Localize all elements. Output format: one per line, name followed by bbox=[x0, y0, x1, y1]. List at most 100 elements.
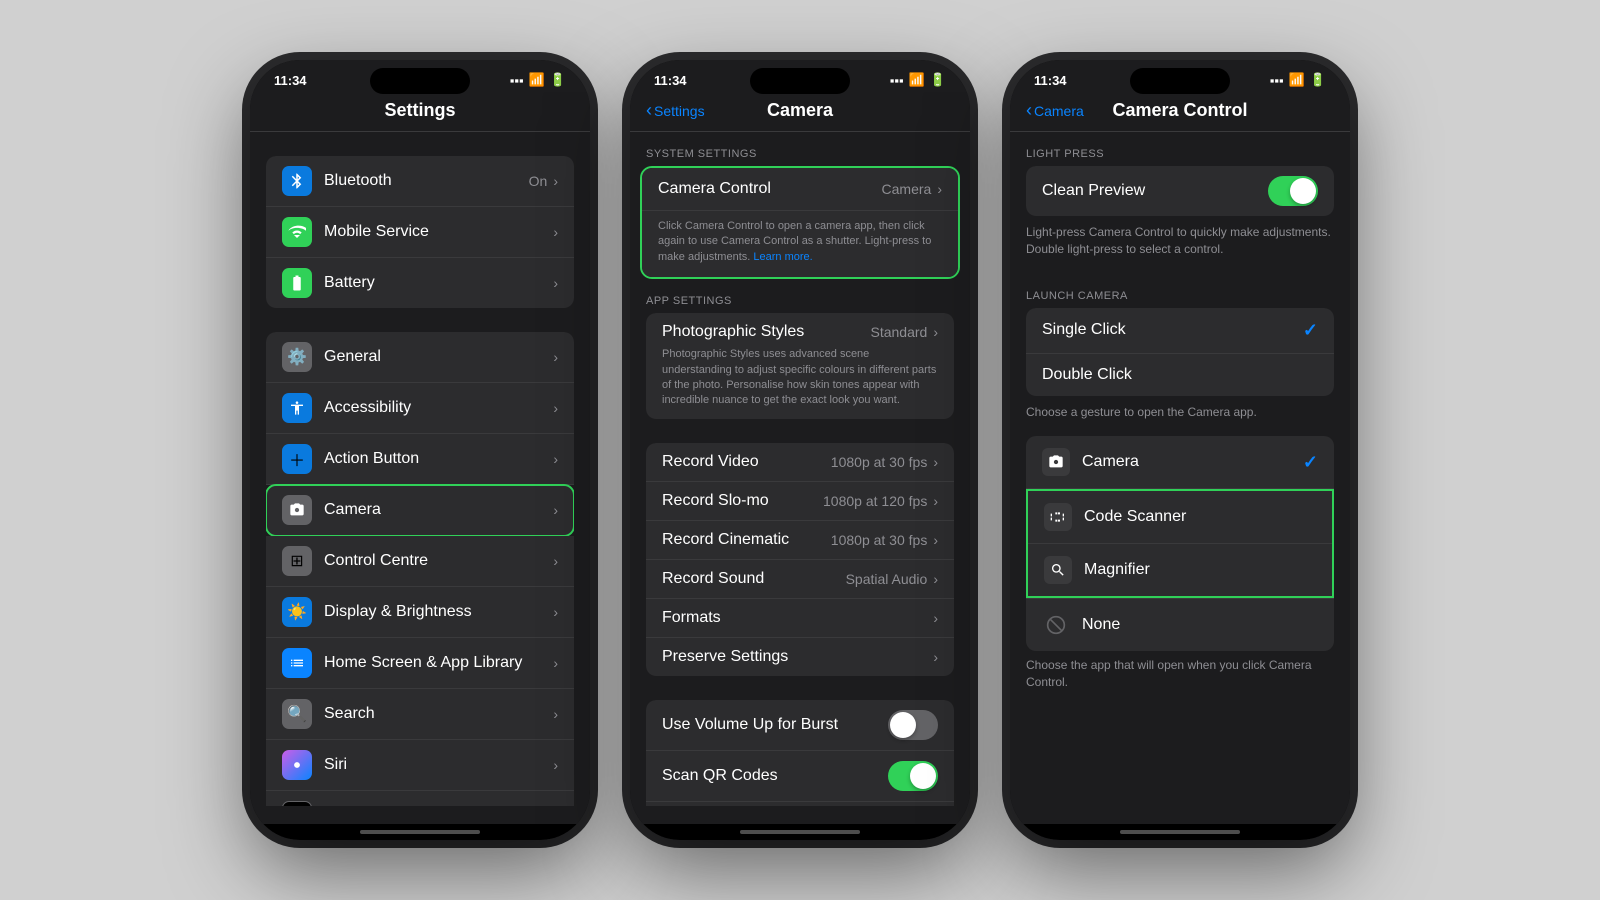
action-button-label: Action Button bbox=[324, 450, 553, 468]
settings-item-bluetooth[interactable]: Bluetooth On › bbox=[266, 156, 574, 207]
siri-label: Siri bbox=[324, 756, 553, 774]
home-screen-label: Home Screen & App Library bbox=[324, 654, 553, 672]
status-time-3: 11:34 bbox=[1034, 73, 1067, 88]
status-bar-3: 11:34 ▪▪▪ 📶 🔋 bbox=[1010, 60, 1350, 92]
battery-icon-2: 🔋 bbox=[930, 72, 946, 88]
dynamic-island-1 bbox=[370, 68, 470, 94]
battery-label: Battery bbox=[324, 274, 553, 292]
back-chevron: ‹ bbox=[646, 100, 652, 121]
magnifier-option[interactable]: Magnifier bbox=[1028, 544, 1332, 596]
scan-qr-label: Scan QR Codes bbox=[662, 767, 888, 785]
record-cinematic-row[interactable]: Record Cinematic 1080p at 30 fps › bbox=[646, 521, 954, 560]
battery-chevron: › bbox=[553, 275, 558, 291]
settings-item-home-screen[interactable]: Home Screen & App Library › bbox=[266, 638, 574, 689]
settings-group-mid: ⚙️ General › Accessibility › ＋ bbox=[250, 332, 590, 806]
camera-nav-title: Camera bbox=[767, 100, 833, 121]
clean-preview-label: Clean Preview bbox=[1042, 182, 1268, 200]
signal-icon-2: ▪▪▪ bbox=[890, 73, 904, 88]
top-group-items: Bluetooth On › Mobile Service › bbox=[266, 156, 574, 308]
settings-item-search[interactable]: 🔍 Search › bbox=[266, 689, 574, 740]
camera-screen: ‹ Settings Camera SYSTEM SETTINGS Camera… bbox=[630, 92, 970, 824]
magnifier-icon bbox=[1044, 556, 1072, 584]
clean-preview-group: Clean Preview bbox=[1026, 166, 1334, 216]
camera-control-label: Camera Control bbox=[658, 180, 882, 198]
code-scanner-option[interactable]: Code Scanner bbox=[1028, 491, 1332, 544]
record-video-row[interactable]: Record Video 1080p at 30 fps › bbox=[646, 443, 954, 482]
accessibility-icon bbox=[282, 393, 312, 423]
settings-item-action-button[interactable]: ＋ Action Button › bbox=[266, 434, 574, 485]
settings-item-mobile[interactable]: Mobile Service › bbox=[266, 207, 574, 258]
home-indicator-1 bbox=[360, 830, 480, 834]
search-icon-item: 🔍 bbox=[282, 699, 312, 729]
settings-item-standby[interactable]: StandBy › bbox=[266, 791, 574, 806]
accessibility-label: Accessibility bbox=[324, 399, 553, 417]
camera-nav: ‹ Settings Camera bbox=[630, 92, 970, 132]
status-icons-3: ▪▪▪ 📶 🔋 bbox=[1270, 72, 1326, 88]
none-icon bbox=[1042, 611, 1070, 639]
formats-row[interactable]: Formats › bbox=[646, 599, 954, 638]
battery-icon-item bbox=[282, 268, 312, 298]
photographic-styles-desc: Photographic Styles uses advanced scene … bbox=[662, 347, 938, 409]
clean-preview-row[interactable]: Clean Preview bbox=[1026, 166, 1334, 216]
camera-app-option[interactable]: Camera ✓ bbox=[1026, 436, 1334, 489]
detected-text-toggle-row[interactable]: Show Detected Text bbox=[646, 802, 954, 806]
preserve-settings-label: Preserve Settings bbox=[662, 648, 933, 666]
record-slomo-row[interactable]: Record Slo-mo 1080p at 120 fps › bbox=[646, 482, 954, 521]
status-icons-1: ▪▪▪ 📶 🔋 bbox=[510, 72, 566, 88]
camera-icon bbox=[282, 495, 312, 525]
single-click-row[interactable]: Single Click ✓ bbox=[1026, 308, 1334, 354]
toggles-items: Use Volume Up for Burst Scan QR Codes bbox=[646, 700, 954, 806]
status-icons-2: ▪▪▪ 📶 🔋 bbox=[890, 72, 946, 88]
record-video-label: Record Video bbox=[662, 453, 831, 471]
preserve-settings-row[interactable]: Preserve Settings › bbox=[646, 638, 954, 676]
settings-item-battery[interactable]: Battery › bbox=[266, 258, 574, 308]
camera-control-list[interactable]: LIGHT PRESS Clean Preview Light-press Ca… bbox=[1010, 132, 1350, 806]
record-cinematic-label: Record Cinematic bbox=[662, 531, 831, 549]
settings-item-camera[interactable]: Camera › bbox=[266, 485, 574, 536]
settings-screen: Settings Bluetooth On › bbox=[250, 92, 590, 824]
camera-label: Camera bbox=[324, 501, 553, 519]
phone-2: 11:34 ▪▪▪ 📶 🔋 ‹ Settings Camera SYSTEM S… bbox=[630, 60, 970, 840]
record-sound-row[interactable]: Record Sound Spatial Audio › bbox=[646, 560, 954, 599]
record-settings-group: Record Video 1080p at 30 fps › Record Sl… bbox=[630, 443, 970, 676]
search-label: Search bbox=[324, 705, 553, 723]
none-app-option[interactable]: None bbox=[1026, 598, 1334, 651]
wifi-icon-2: 📶 bbox=[909, 72, 925, 88]
settings-item-control-centre[interactable]: ⊞ Control Centre › bbox=[266, 536, 574, 587]
display-icon: ☀️ bbox=[282, 597, 312, 627]
battery-icon: 🔋 bbox=[550, 72, 566, 88]
clean-preview-toggle[interactable] bbox=[1268, 176, 1318, 206]
app-settings-header: APP SETTINGS bbox=[630, 279, 970, 313]
settings-list[interactable]: Bluetooth On › Mobile Service › bbox=[250, 132, 590, 806]
system-settings-header: SYSTEM SETTINGS bbox=[630, 132, 970, 166]
home-screen-icon bbox=[282, 648, 312, 678]
status-bar-2: 11:34 ▪▪▪ 📶 🔋 bbox=[630, 60, 970, 92]
scan-qr-toggle-row[interactable]: Scan QR Codes bbox=[646, 751, 954, 802]
camera-settings-list[interactable]: SYSTEM SETTINGS Camera Control Camera › … bbox=[630, 132, 970, 806]
display-label: Display & Brightness bbox=[324, 603, 553, 621]
wifi-icon-3: 📶 bbox=[1289, 72, 1305, 88]
camera-control-row[interactable]: Camera Control Camera › bbox=[642, 168, 958, 211]
bluetooth-label: Bluetooth bbox=[324, 172, 529, 190]
settings-title: Settings bbox=[384, 100, 455, 121]
photographic-styles-row[interactable]: Photographic Styles Standard › Photograp… bbox=[646, 313, 954, 419]
scan-qr-toggle[interactable] bbox=[888, 761, 938, 791]
photographic-styles-label: Photographic Styles bbox=[662, 323, 871, 341]
general-label: General bbox=[324, 348, 553, 366]
back-to-camera[interactable]: ‹ Camera bbox=[1026, 100, 1084, 121]
dynamic-island-2 bbox=[750, 68, 850, 94]
learn-more-link[interactable]: Learn more. bbox=[753, 251, 812, 263]
settings-item-accessibility[interactable]: Accessibility › bbox=[266, 383, 574, 434]
settings-item-siri[interactable]: Siri › bbox=[266, 740, 574, 791]
record-video-value: 1080p at 30 fps bbox=[831, 454, 928, 470]
signal-icon-3: ▪▪▪ bbox=[1270, 73, 1284, 88]
camera-control-title: Camera Control bbox=[1112, 100, 1247, 121]
volume-burst-toggle-row[interactable]: Use Volume Up for Burst bbox=[646, 700, 954, 751]
status-time-2: 11:34 bbox=[654, 73, 687, 88]
settings-item-general[interactable]: ⚙️ General › bbox=[266, 332, 574, 383]
volume-burst-toggle[interactable] bbox=[888, 710, 938, 740]
settings-item-display[interactable]: ☀️ Display & Brightness › bbox=[266, 587, 574, 638]
status-time-1: 11:34 bbox=[274, 73, 307, 88]
double-click-row[interactable]: Double Click bbox=[1026, 354, 1334, 396]
back-to-settings[interactable]: ‹ Settings bbox=[646, 100, 705, 121]
